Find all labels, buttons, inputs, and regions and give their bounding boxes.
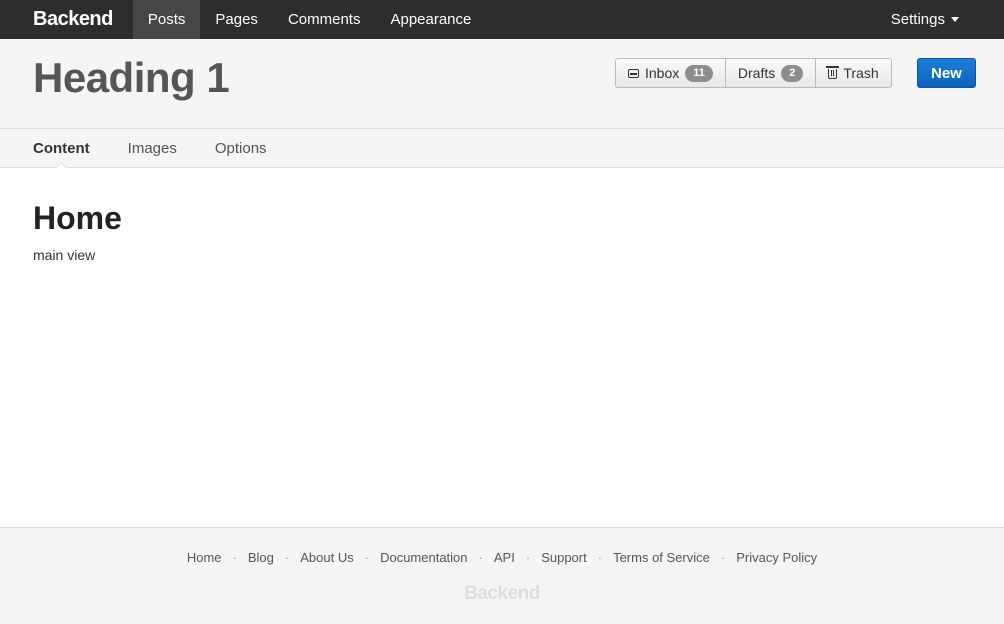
nav-item-posts[interactable]: Posts bbox=[132, 0, 201, 39]
trash-button[interactable]: Trash bbox=[816, 58, 892, 88]
footer-link-support[interactable]: Support bbox=[541, 550, 587, 565]
brand-logo[interactable]: Backend bbox=[0, 0, 133, 39]
settings-label: Settings bbox=[890, 11, 945, 28]
footer-link-documentation[interactable]: Documentation bbox=[380, 550, 467, 565]
footer-brand-logo: Backend bbox=[464, 583, 540, 604]
footer-link-about-us[interactable]: About Us bbox=[300, 550, 353, 565]
page-title: Heading 1 bbox=[33, 54, 230, 101]
sub-tabs: Content Images Options bbox=[0, 129, 1004, 168]
footer-separator: · bbox=[478, 550, 483, 565]
footer-separator: · bbox=[525, 550, 531, 565]
footer-link-home[interactable]: Home bbox=[187, 550, 222, 565]
footer-separator: · bbox=[364, 550, 370, 565]
inbox-button[interactable]: Inbox 11 bbox=[615, 58, 726, 88]
page-header: Heading 1 Inbox 11 Drafts 2 Trash New bbox=[0, 39, 1004, 129]
caret-down-icon bbox=[951, 17, 959, 22]
tab-options[interactable]: Options bbox=[215, 129, 267, 167]
drafts-label: Drafts bbox=[737, 65, 776, 81]
footer-separator: · bbox=[720, 550, 726, 565]
top-navbar: Backend Posts Pages Comments Appearance … bbox=[0, 0, 1004, 39]
footer-link-blog[interactable]: Blog bbox=[248, 550, 274, 565]
footer-link-terms[interactable]: Terms of Service bbox=[613, 550, 710, 565]
tab-images[interactable]: Images bbox=[128, 129, 177, 167]
tab-content[interactable]: Content bbox=[33, 129, 90, 168]
footer-separator: · bbox=[232, 550, 237, 565]
inbox-count-badge: 11 bbox=[685, 64, 713, 82]
settings-dropdown[interactable]: Settings bbox=[876, 0, 1004, 39]
footer-separator: · bbox=[597, 550, 603, 565]
drafts-count-badge: 2 bbox=[781, 64, 804, 82]
main-content: Home main view bbox=[33, 200, 122, 263]
footer-link-privacy[interactable]: Privacy Policy bbox=[736, 550, 817, 565]
inbox-icon bbox=[628, 69, 639, 78]
mailbox-button-group: Inbox 11 Drafts 2 Trash bbox=[615, 58, 892, 88]
footer-links: Home · Blog · About Us · Documentation ·… bbox=[0, 550, 1004, 565]
trash-label: Trash bbox=[843, 65, 879, 81]
trash-icon bbox=[826, 66, 840, 79]
new-button[interactable]: New bbox=[917, 58, 976, 88]
nav-item-appearance[interactable]: Appearance bbox=[375, 0, 486, 39]
main-heading: Home bbox=[33, 200, 122, 236]
inbox-label: Inbox bbox=[645, 65, 680, 81]
footer-separator: · bbox=[284, 550, 290, 565]
nav-item-comments[interactable]: Comments bbox=[273, 0, 376, 39]
footer-link-api[interactable]: API bbox=[494, 550, 515, 565]
nav-item-pages[interactable]: Pages bbox=[200, 0, 273, 39]
drafts-button[interactable]: Drafts 2 bbox=[725, 58, 817, 88]
footer: Home · Blog · About Us · Documentation ·… bbox=[0, 527, 1004, 624]
main-text: main view bbox=[33, 247, 96, 263]
